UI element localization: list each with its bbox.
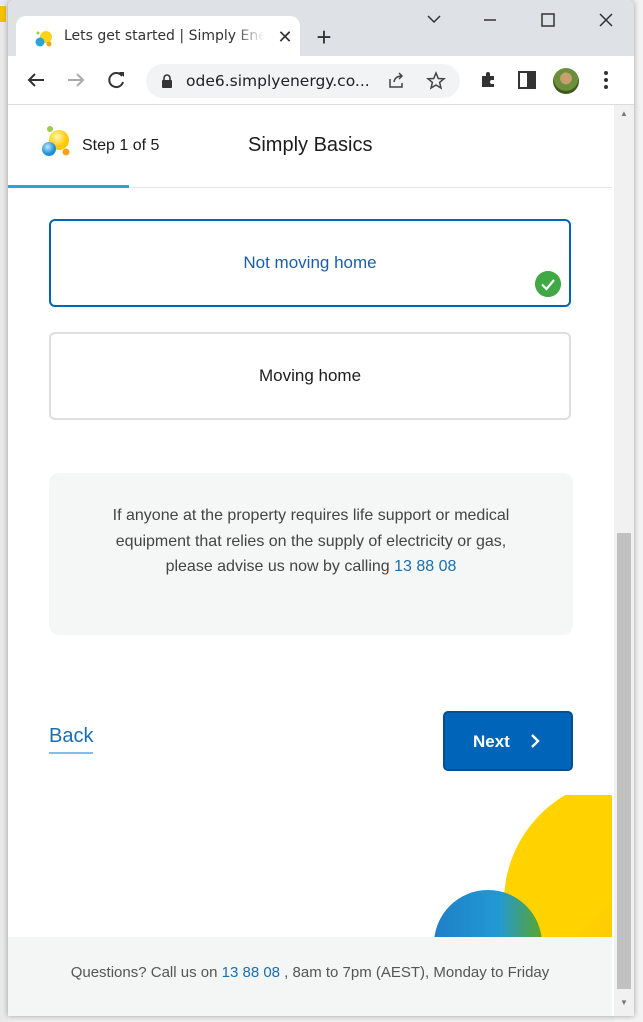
tab-title: Lets get started | Simply Energy (64, 28, 264, 44)
progress-bar (8, 185, 129, 188)
check-icon (535, 271, 561, 297)
page-content: Step 1 of 5 Simply Basics Not moving hom… (8, 105, 612, 1016)
page-scrollbar[interactable]: ▲ ▼ (614, 105, 634, 1016)
option-label: Moving home (258, 366, 362, 385)
browser-window: Lets get started | Simply Energy ✕ + ode… (8, 0, 634, 1016)
page-title: Simply Basics (248, 134, 373, 156)
lock-icon[interactable] (160, 73, 174, 89)
scroll-down-icon[interactable]: ▼ (620, 998, 628, 1007)
next-button[interactable]: Next (443, 711, 573, 771)
footer-prefix: Questions? Call us on (70, 964, 222, 981)
option-label: Not moving home (243, 253, 377, 272)
footer-text: Questions? Call us on 13 88 08 , 8am to … (8, 964, 612, 981)
option-moving-home[interactable]: Moving home (49, 332, 571, 420)
maximize-icon[interactable] (528, 8, 568, 32)
back-arrow-icon[interactable] (22, 66, 50, 94)
url-text: ode6.simplyenergy.co... (186, 72, 370, 90)
scroll-up-icon[interactable]: ▲ (620, 109, 628, 118)
reload-icon[interactable] (102, 66, 130, 94)
simply-energy-logo-icon (35, 31, 52, 47)
step-indicator: Step 1 of 5 (82, 137, 160, 154)
new-tab-button[interactable]: + (310, 24, 338, 52)
decorative-circles (434, 795, 612, 937)
share-icon[interactable] (386, 71, 406, 91)
back-link[interactable]: Back (49, 725, 94, 754)
browser-toolbar: ode6.simplyenergy.co... (8, 56, 634, 105)
chevron-right-icon (531, 734, 540, 748)
browser-tab[interactable]: Lets get started | Simply Energy ✕ (16, 16, 300, 56)
profile-avatar[interactable] (553, 68, 579, 94)
simply-energy-logo-icon (42, 126, 70, 156)
next-label: Next (473, 732, 510, 751)
close-tab-icon[interactable]: ✕ (274, 26, 296, 48)
footer: Questions? Call us on 13 88 08 , 8am to … (8, 937, 612, 1016)
notice-text: If anyone at the property requires life … (109, 503, 513, 580)
sidepanel-icon[interactable] (513, 66, 541, 94)
forward-arrow-icon[interactable] (62, 66, 90, 94)
scrollbar-thumb[interactable] (617, 533, 631, 989)
background-app-tag (0, 6, 6, 22)
kebab-menu-icon[interactable] (592, 66, 620, 94)
footer-suffix: , 8am to 7pm (AEST), Monday to Friday (280, 964, 550, 981)
life-support-notice: If anyone at the property requires life … (49, 473, 573, 635)
minimize-icon[interactable] (470, 8, 510, 32)
tab-search-icon[interactable] (414, 8, 454, 32)
tab-strip: Lets get started | Simply Energy ✕ + (8, 0, 634, 56)
step-header: Step 1 of 5 Simply Basics (8, 105, 612, 188)
notice-phone-link[interactable]: 13 88 08 (394, 558, 456, 575)
close-window-icon[interactable] (586, 8, 626, 32)
footer-phone-link[interactable]: 13 88 08 (222, 964, 280, 981)
option-not-moving-home[interactable]: Not moving home (49, 219, 571, 307)
address-bar[interactable]: ode6.simplyenergy.co... (146, 64, 460, 98)
background-window-left (0, 0, 8, 1022)
star-icon[interactable] (426, 71, 446, 91)
extensions-icon[interactable] (474, 66, 502, 94)
